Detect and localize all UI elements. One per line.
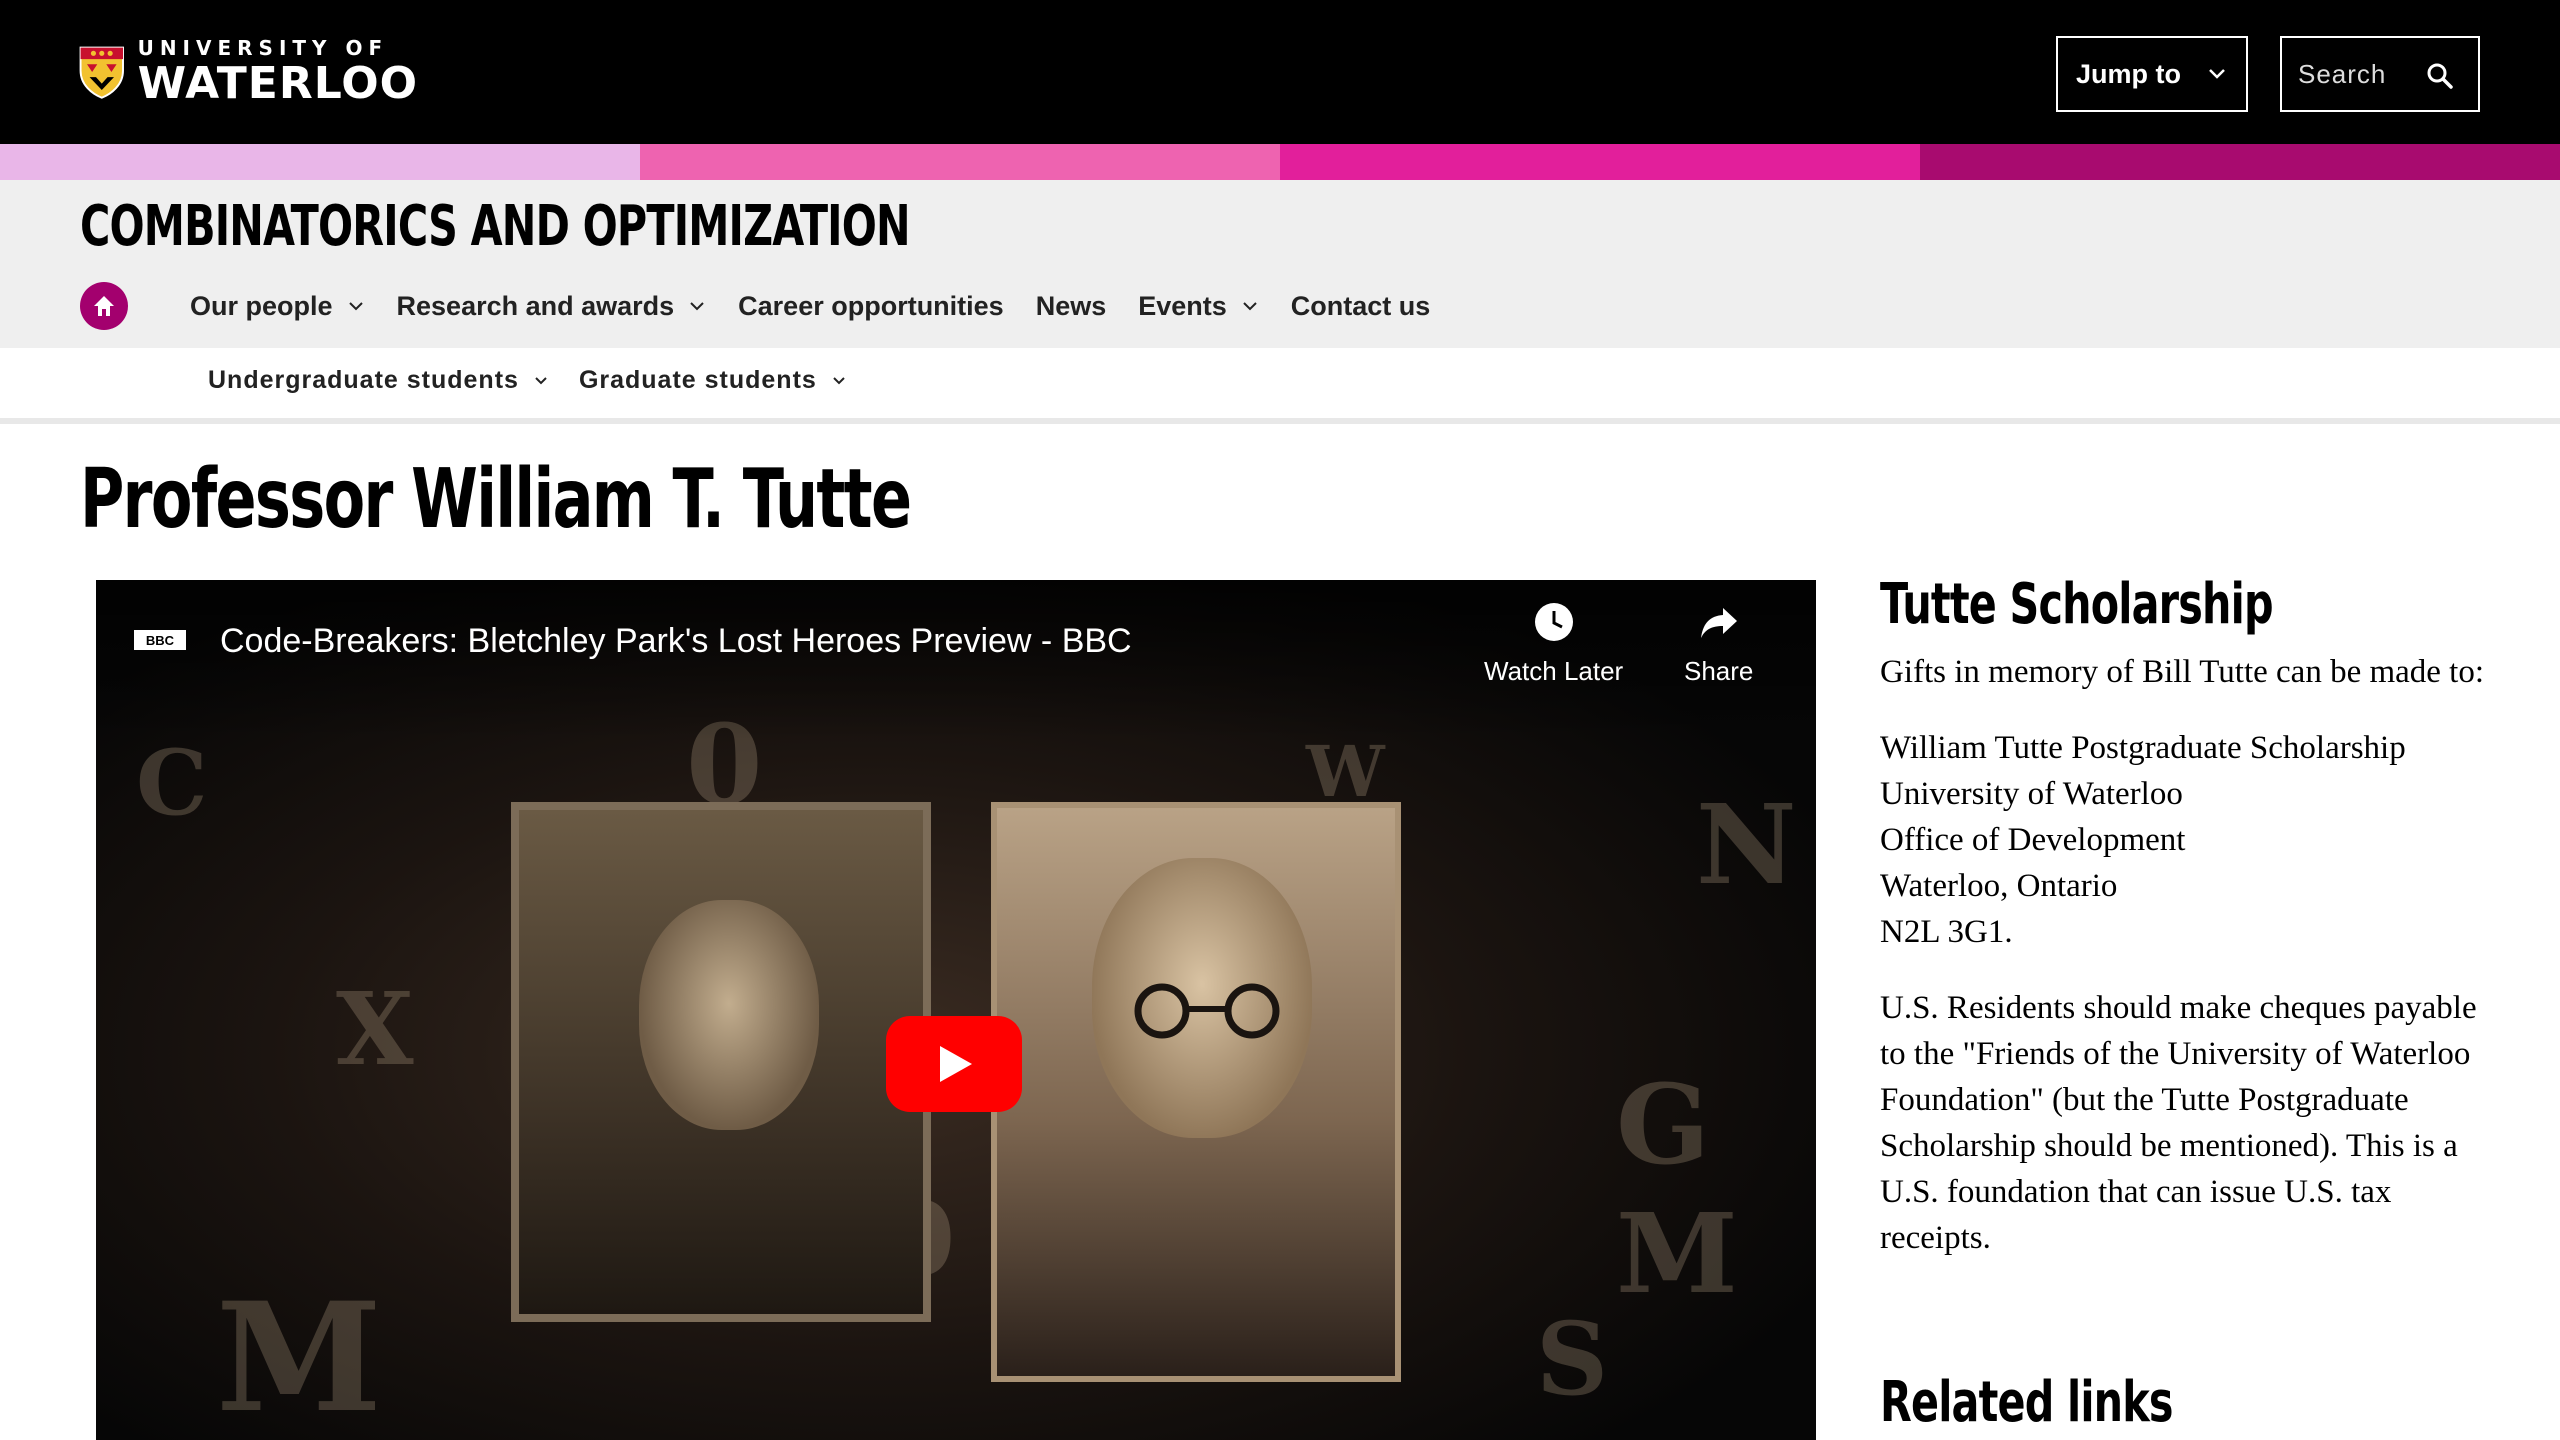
sidebar: Tutte Scholarship Gifts in memory of Bil… (1880, 572, 2500, 1291)
address-line: William Tutte Postgraduate Scholarship (1880, 730, 2406, 766)
glasses-shape (1134, 983, 1280, 1039)
faculty-color-strip (0, 144, 2560, 180)
global-header: UNIVERSITY OF WATERLOO Jump to Search (0, 0, 2560, 144)
thumbnail-glyph: C (136, 730, 208, 836)
thumbnail-glyph: M (216, 1270, 383, 1440)
address-line: N2L 3G1. (1880, 914, 2013, 950)
subnav-item-graduate-students[interactable]: Graduate students (579, 366, 847, 395)
nav-item-label: Career opportunities (738, 290, 1004, 321)
thumbnail-glyph: N (1696, 780, 1797, 909)
share-button[interactable]: Share (1684, 600, 1753, 687)
scholarship-intro: Gifts in memory of Bill Tutte can be mad… (1880, 654, 2485, 690)
thumbnail-photo-right (991, 802, 1401, 1382)
chevron-down-icon (690, 302, 704, 311)
site-header: COMBINATORICS AND OPTIMIZATION Our peopl… (0, 180, 2560, 348)
chevron-down-icon (535, 376, 547, 384)
strip-segment-4 (1920, 144, 2560, 180)
related-links-heading: Related links (1880, 1370, 2174, 1435)
thumbnail-glyph: G M (1616, 1060, 1738, 1318)
clock-icon (1534, 603, 1573, 641)
subnav-item-label: Undergraduate students (208, 366, 519, 394)
logo-small-text: UNIVERSITY OF (137, 36, 389, 60)
channel-badge[interactable]: BBC (134, 630, 186, 650)
chevron-down-icon (833, 376, 845, 384)
page-title: Professor William T. Tutte (80, 452, 912, 547)
jump-to-label: Jump to (2076, 58, 2181, 89)
youtube-video-embed[interactable]: C 0 W N X G M M 10 S BBC Code-Breakers: … (96, 580, 1816, 1440)
address-line: Office of Development (1880, 822, 2186, 858)
share-label: Share (1684, 656, 1754, 686)
thumbnail-face (639, 900, 819, 1130)
search-field[interactable]: Search (2280, 36, 2480, 112)
subnav-item-undergraduate-students[interactable]: Undergraduate students (208, 366, 549, 395)
home-button[interactable] (80, 282, 128, 330)
us-residents-note: U.S. Residents should make cheques payab… (1880, 990, 2477, 1256)
play-button[interactable] (886, 1016, 1022, 1112)
nav-item-events[interactable]: Events (1138, 291, 1259, 322)
site-title-link[interactable]: COMBINATORICS AND OPTIMIZATION (80, 194, 911, 259)
university-logo-link[interactable]: UNIVERSITY OF WATERLOO (78, 30, 418, 114)
address-line: University of Waterloo (1880, 776, 2183, 812)
chevron-down-icon (2209, 69, 2225, 79)
strip-segment-3 (1280, 144, 1920, 180)
nav-item-news[interactable]: News (1036, 291, 1107, 322)
chevron-down-icon (1243, 302, 1257, 311)
address-line: Waterloo, Ontario (1880, 868, 2118, 904)
play-icon (940, 1046, 972, 1082)
strip-segment-2 (640, 144, 1280, 180)
chevron-down-icon (348, 302, 363, 311)
nav-item-research-and-awards[interactable]: Research and awards (397, 291, 707, 322)
university-crest-icon (79, 46, 124, 99)
search-placeholder: Search (2298, 58, 2387, 89)
nav-item-our-people[interactable]: Our people (190, 291, 365, 322)
subnav-item-label: Graduate students (578, 366, 817, 394)
main-navigation: Our people Research and awards Career op… (190, 284, 1462, 328)
video-title-link[interactable]: Code-Breakers: Bletchley Park's Lost Her… (220, 622, 1132, 661)
scholarship-address: William Tutte Postgraduate Scholarship U… (1880, 725, 2500, 955)
watch-later-label: Watch Later (1484, 656, 1624, 686)
thumbnail-glyph: W (1306, 730, 1385, 813)
watch-later-button[interactable]: Watch Later (1484, 600, 1623, 687)
nav-item-contact-us[interactable]: Contact us (1291, 291, 1431, 322)
strip-segment-1 (0, 144, 640, 180)
nav-item-label: Our people (190, 290, 333, 321)
scholarship-heading: Tutte Scholarship (1880, 572, 2274, 637)
university-wordmark: UNIVERSITY OF WATERLOO (138, 38, 418, 106)
audience-subnav: Undergraduate students Graduate students (0, 348, 2560, 424)
share-icon (1700, 608, 1737, 638)
logo-big-text: WATERLOO (137, 58, 418, 109)
search-icon[interactable] (2424, 60, 2456, 92)
jump-to-dropdown[interactable]: Jump to (2056, 36, 2248, 112)
home-icon (94, 296, 114, 316)
nav-item-label: Contact us (1290, 290, 1431, 321)
nav-item-label: Events (1138, 290, 1227, 321)
thumbnail-glyph: X (336, 970, 414, 1088)
nav-item-label: News (1035, 290, 1107, 321)
nav-item-career-opportunities[interactable]: Career opportunities (738, 291, 1004, 322)
thumbnail-photo-left (511, 802, 931, 1322)
channel-badge-text: BBC (134, 630, 186, 650)
nav-item-label: Research and awards (396, 290, 675, 321)
thumbnail-glyph: S (1536, 1300, 1609, 1418)
